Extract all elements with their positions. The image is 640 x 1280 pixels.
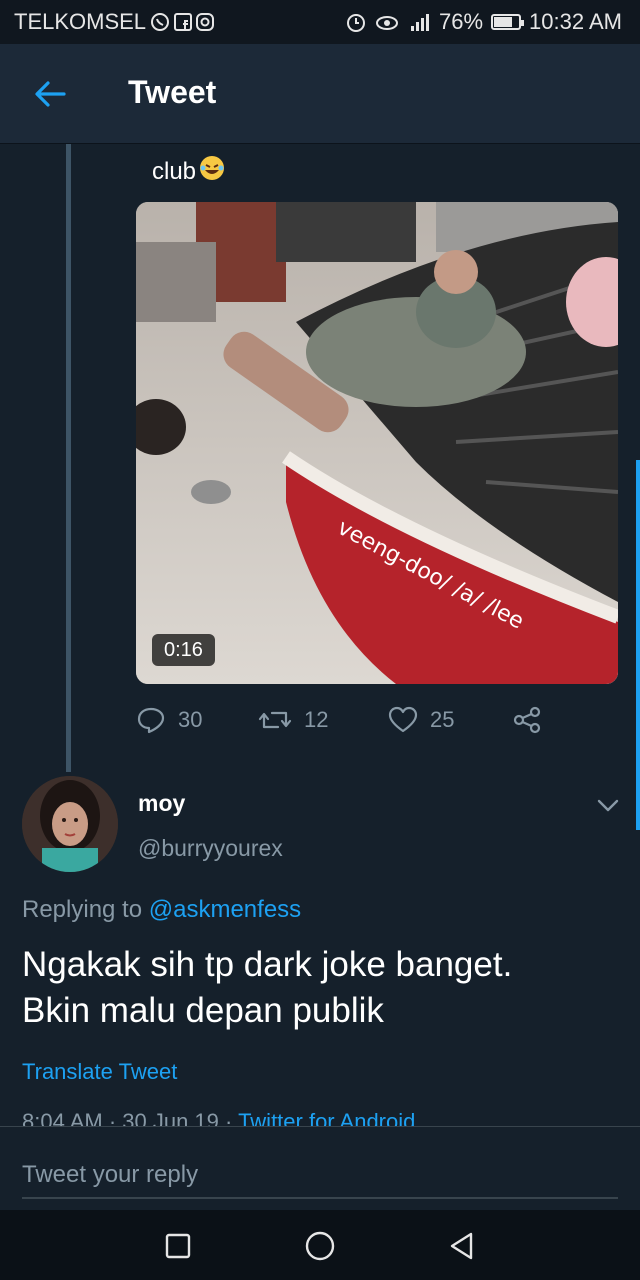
tweet-actions: 30 12 25: [136, 700, 576, 740]
avatar-image: [22, 776, 118, 872]
tweet-body-line-2: Bkin malu depan publik: [22, 991, 384, 1030]
signal-icon: [407, 12, 431, 32]
share-action[interactable]: [512, 700, 542, 740]
triangle-back-icon: [450, 1232, 473, 1260]
translate-tweet-link[interactable]: Translate Tweet: [22, 1059, 177, 1085]
status-bar: TELKOMSEL 76% 10:32 AM: [0, 0, 640, 44]
replying-to-mention[interactable]: @askmenfess: [149, 896, 301, 923]
video-player[interactable]: veeng-doo/ /a/ /lee: [136, 202, 618, 684]
app-header: Tweet: [0, 44, 640, 144]
video-duration-badge: 0:16: [152, 634, 215, 666]
battery-level: [494, 17, 513, 27]
eye-icon: [375, 12, 399, 32]
arrow-left-icon: [35, 81, 66, 107]
reply-action[interactable]: 30: [136, 700, 202, 740]
back-nav-button[interactable]: [444, 1228, 480, 1264]
parent-tweet-text-content: club: [152, 157, 197, 185]
carrier-label: TELKOMSEL: [14, 9, 147, 34]
reply-icon: [137, 707, 165, 734]
tweet-body: Ngakak sih tp dark joke banget. Bkin mal…: [22, 942, 622, 1034]
whatsapp-icon: [150, 12, 170, 32]
tweet-body-line-1: Ngakak sih tp dark joke banget.: [22, 945, 513, 984]
facebook-icon: [174, 13, 193, 31]
scrollbar[interactable]: [636, 460, 640, 830]
retweet-icon: [258, 711, 292, 729]
tweet-metadata: 8:04 AM · 30 Jun 19 · Twitter for Androi…: [22, 1108, 622, 1128]
thread-connector-line: [66, 144, 71, 772]
reply-count: 30: [178, 707, 203, 732]
replying-to-prefix: Replying to: [22, 896, 143, 923]
like-action[interactable]: 25: [388, 700, 454, 740]
chevron-down-icon: [597, 799, 619, 812]
retweet-action[interactable]: 12: [258, 700, 328, 740]
reply-input[interactable]: [22, 1153, 618, 1199]
video-frame: veeng-doo/ /a/ /lee: [136, 202, 618, 684]
avatar[interactable]: [22, 776, 118, 872]
reply-composer: [0, 1126, 640, 1210]
display-name[interactable]: moy: [138, 790, 185, 817]
laughing-emoji-icon: [198, 154, 226, 189]
page-title: Tweet: [128, 74, 217, 110]
share-icon: [513, 706, 541, 734]
truncated-text-line: [152, 140, 552, 146]
circle-icon: [305, 1231, 335, 1261]
replying-to-line: Replying to @askmenfess: [22, 896, 301, 924]
user-handle[interactable]: @burryyourex: [138, 835, 283, 862]
status-bar-right: 76% 10:32 AM: [345, 9, 622, 35]
system-nav-bar: [0, 1210, 640, 1280]
heart-icon: [388, 706, 418, 733]
status-bar-left: TELKOMSEL: [14, 9, 215, 35]
tweet-options-button[interactable]: [592, 790, 624, 822]
recents-button[interactable]: [160, 1228, 196, 1264]
home-button[interactable]: [302, 1228, 338, 1264]
instagram-icon: [196, 13, 215, 31]
alarm-icon: [345, 11, 367, 33]
like-count: 25: [430, 707, 455, 732]
back-button[interactable]: [26, 72, 74, 116]
clock: 10:32 AM: [529, 9, 622, 34]
battery-percent: 76%: [439, 9, 484, 34]
retweet-count: 12: [304, 707, 329, 732]
square-icon: [165, 1233, 191, 1259]
battery-icon: [491, 14, 525, 30]
parent-tweet-text: club: [152, 154, 226, 189]
